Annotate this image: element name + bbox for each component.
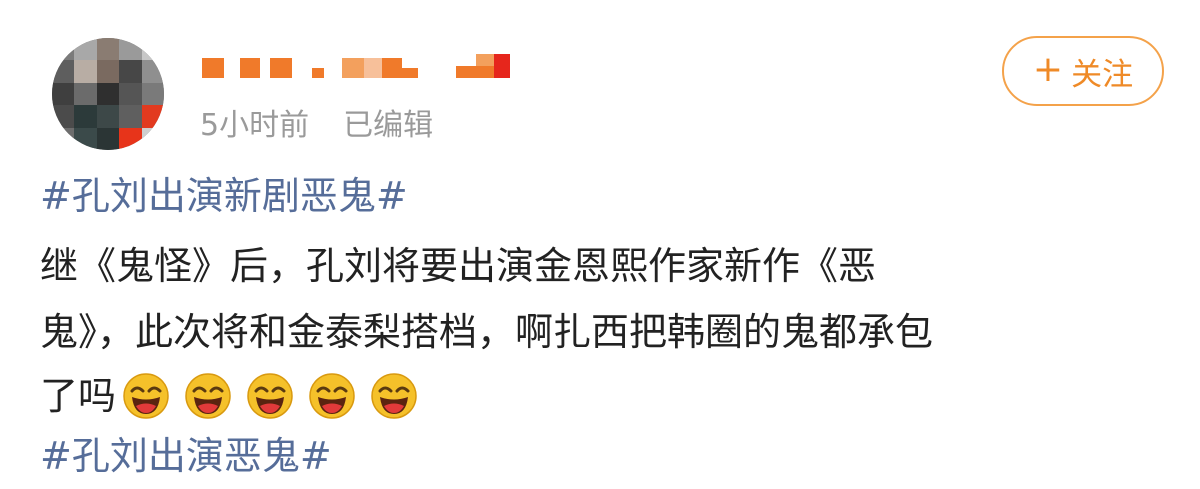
username-redacted[interactable]: [200, 50, 520, 90]
edited-label: 已编辑: [343, 108, 434, 143]
post-text-line-with-emojis: 了吗: [40, 368, 418, 424]
post-text-line: 继《鬼怪》后，孔刘将要出演金恩熙作家新作《恶: [40, 244, 877, 288]
laughing-face-icon: [309, 373, 355, 419]
hashtag-link[interactable]: #孔刘出演恶鬼#: [40, 432, 332, 480]
hashtag-link[interactable]: #孔刘出演新剧恶鬼#: [40, 172, 408, 220]
laughing-face-icon: [247, 373, 293, 419]
post-text-line: 了吗: [40, 374, 117, 418]
post-time: 5小时前: [200, 108, 310, 143]
laughing-face-icon: [123, 373, 169, 419]
post-text-line: 鬼》，此次将和金泰梨搭档，啊扎西把韩圈的鬼都承包: [40, 310, 934, 354]
plus-icon: +: [1032, 48, 1064, 90]
emoji-group: [122, 372, 418, 420]
follow-button[interactable]: + 关注: [1002, 36, 1164, 106]
laughing-face-icon: [185, 373, 231, 419]
avatar[interactable]: [52, 38, 164, 150]
laughing-face-icon: [371, 373, 417, 419]
post-meta: 5小时前 已编辑: [200, 102, 434, 143]
follow-label: 关注: [1071, 56, 1134, 93]
